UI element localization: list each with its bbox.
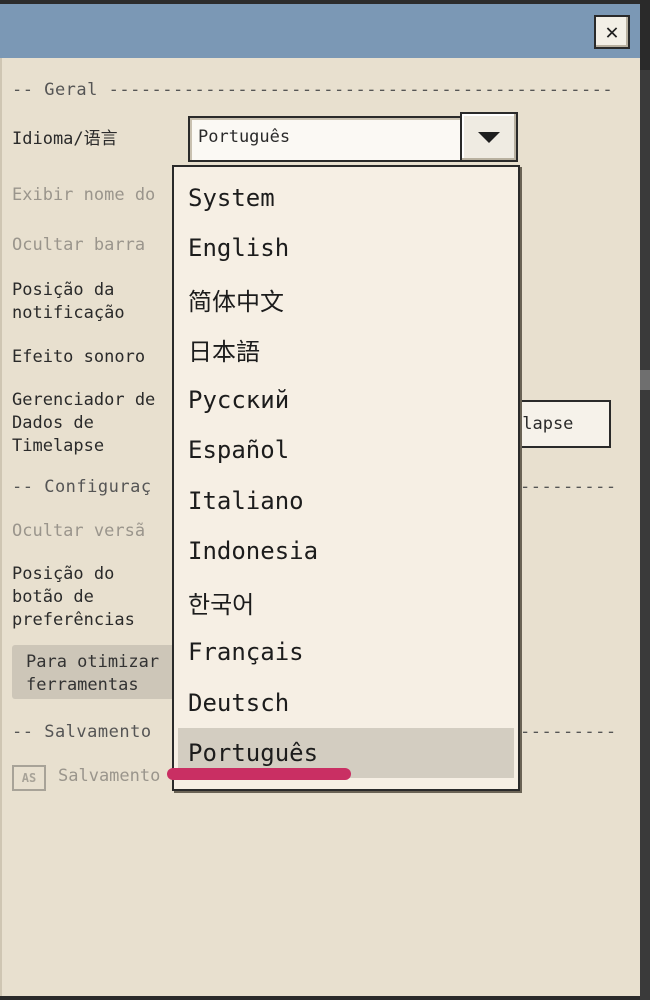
section-header-general: -- Geral -------------------------------… — [12, 80, 616, 100]
window-titlebar — [0, 0, 640, 58]
language-option-french[interactable]: Français — [178, 627, 514, 677]
language-option-japanese[interactable]: 日本語 — [178, 324, 514, 374]
language-option-system[interactable]: System — [178, 173, 514, 223]
section-header-config: -- Configuraç — [12, 477, 152, 497]
scrollbar-thumb[interactable] — [640, 370, 650, 390]
hide-bar-label: Ocultar barra — [12, 235, 146, 255]
language-label: Idioma/语言 — [12, 129, 118, 149]
window-left-edge — [0, 58, 2, 1000]
preferences-button-position-label: Posição do botão de preferências — [12, 564, 135, 630]
language-option-russian[interactable]: Русский — [178, 375, 514, 425]
language-option-korean[interactable]: 한국어 — [178, 577, 514, 627]
sound-effect-label: Efeito sonoro — [12, 347, 146, 367]
autosave-icon: AS — [12, 765, 46, 791]
language-option-spanish[interactable]: Español — [178, 425, 514, 475]
language-option-german[interactable]: Deutsch — [178, 678, 514, 728]
timelapse-manager-label: Gerenciador de Dados de Timelapse — [12, 390, 156, 456]
window-right-edge — [640, 0, 650, 1000]
language-select-toggle[interactable] — [460, 112, 518, 162]
language-dropdown-list: System English 简体中文 日本語 Русский Español … — [172, 165, 520, 791]
language-option-english[interactable]: English — [178, 223, 514, 273]
selection-underline-mark — [167, 768, 351, 780]
notification-position-label: Posição da notificação — [12, 280, 125, 323]
language-option-italian[interactable]: Italiano — [178, 476, 514, 526]
close-button[interactable]: ✕ — [594, 15, 630, 49]
window-right-edge-top — [640, 0, 650, 70]
window-bottom-edge — [0, 996, 640, 1000]
show-name-label: Exibir nome do — [12, 185, 156, 205]
language-option-indonesian[interactable]: Indonesia — [178, 526, 514, 576]
section-header-config-line: ----------------- — [520, 477, 616, 497]
section-header-save: -- Salvamento — [12, 722, 152, 742]
chevron-down-icon — [478, 131, 500, 143]
autosave-label: Salvamento — [58, 766, 161, 786]
section-header-save-line: ----------------- — [520, 722, 616, 742]
language-option-chinese[interactable]: 简体中文 — [178, 274, 514, 324]
close-icon: ✕ — [605, 19, 619, 45]
hide-version-label: Ocultar versã — [12, 521, 146, 541]
info-banner-text: Para otimizar ferramentas — [26, 652, 160, 695]
language-select-value: Português — [198, 127, 291, 147]
